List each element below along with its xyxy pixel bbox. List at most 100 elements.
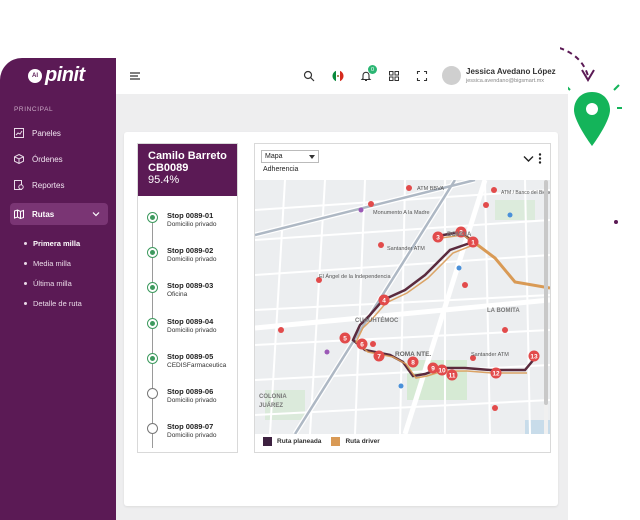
svg-text:12: 12 [492,371,500,378]
stop-title: Stop 0089-03 [167,281,214,290]
avatar[interactable] [442,66,461,85]
route-stop-marker-11: 11 [446,369,458,381]
legend-planned: Ruta planeada [263,437,321,446]
submenu-primera-milla[interactable]: Primera milla [24,239,80,248]
route-map[interactable]: 1 2 3 4 5 6 7 8 9 10 11 12 13 ATM BBVA M… [255,180,550,434]
sidebar-item-reportes[interactable]: Reportes [10,174,108,196]
sidebar: AI pinit PRINCIPAL Paneles Órdenes Repor… [0,58,116,520]
route-stop-marker-12: 12 [490,367,502,379]
topbar: 0 Jessica Avedano López jessica.avendano… [116,58,568,94]
stop-title: Stop 0089-02 [167,246,214,255]
map-label: COLONIA [259,394,287,400]
driver-header: Camilo Barreto CB0089 95.4% [138,144,237,196]
mexico-flag-icon[interactable] [331,69,345,83]
chevron-down-icon[interactable] [523,155,534,163]
route-stop-marker-8: 8 [407,356,419,368]
legend-label: Ruta planeada [277,438,322,446]
logo: AI pinit [28,64,85,87]
sidebar-item-rutas[interactable]: Rutas [10,203,108,225]
bell-icon[interactable]: 0 [359,65,377,83]
map-label: BOMDIA [447,232,472,238]
search-icon[interactable] [302,69,316,83]
map-label: El Ángel de la Independencia [319,273,391,280]
route-stop-marker-3: 3 [432,231,444,243]
logo-mark: AI [28,68,42,83]
map-label: ATM / Banco del Bienestar [501,190,550,196]
driver-name: Camilo Barreto [148,150,227,162]
svg-text:1: 1 [471,240,475,247]
svg-text:5: 5 [343,336,347,343]
stop-subtitle: Domicilio privado [167,221,217,228]
apps-icon[interactable] [387,69,401,83]
svg-text:9: 9 [431,366,435,373]
stop-subtitle: Domicilio privado [167,327,217,334]
svg-text:4: 4 [382,298,386,305]
map-label: ROMA NTE. [395,351,431,358]
map-legend: Ruta planeada Ruta driver [263,437,380,446]
menu-icon[interactable] [128,69,142,83]
user-name[interactable]: Jessica Avedano López [466,67,556,76]
map-label: ATM BBVA [417,186,444,192]
empty-circle-icon [147,388,158,399]
route-stop-marker-4: 4 [378,294,390,306]
park-area [495,200,535,220]
caret-down-icon [309,155,315,159]
check-icon [147,247,158,258]
check-icon [147,282,158,293]
submenu-label: Primera milla [33,239,81,248]
route-stop-marker-10: 10 [436,364,448,376]
bullet-icon [24,242,27,245]
submenu-label: Media milla [33,259,71,268]
route-stop-marker-1: 1 [467,236,479,248]
stop-subtitle: Oficina [167,291,188,298]
route-stop-marker-7: 7 [373,350,385,362]
sidebar-item-ordenes[interactable]: Órdenes [10,148,108,170]
more-vertical-icon[interactable] [538,153,542,164]
map-label: CUAUHTÉMOC [355,316,399,324]
fullscreen-icon[interactable] [415,69,429,83]
legend-driver: Ruta driver [331,437,380,446]
notification-badge: 0 [368,65,377,74]
svg-text:13: 13 [530,354,538,361]
sidebar-item-paneles[interactable]: Paneles [10,122,108,144]
location-pin-icon [574,92,610,146]
route-stop-marker-13: 13 [528,350,540,362]
stop-subtitle: Domicilio privado [167,256,217,263]
map-scrollbar [544,180,548,405]
map-type-select[interactable]: Mapa [261,150,319,163]
stop-subtitle: Domicilio privado [167,432,217,439]
empty-circle-icon [147,423,158,434]
check-icon [147,318,158,329]
svg-text:6: 6 [360,342,364,349]
bullet-icon [24,302,27,305]
sidebar-item-label: Órdenes [32,154,63,164]
stop-title: Stop 0089-06 [167,387,214,396]
sidebar-item-label: Reportes [32,180,65,190]
stop-title: Stop 0089-01 [167,211,214,220]
box-icon [14,154,24,164]
chart-icon [14,128,24,138]
adherence-label: Adherencia [263,166,299,173]
check-icon [147,212,158,223]
submenu-detalle-ruta[interactable]: Detalle de ruta [24,299,82,308]
section-label: PRINCIPAL [14,106,54,113]
map-panel: Mapa Adherencia 1 2 3 4 5 6 7 8 9 10 11 … [254,143,551,453]
submenu-ultima-milla[interactable]: Última milla [24,279,72,288]
stop-title: Stop 0089-07 [167,422,214,431]
submenu-label: Última milla [33,279,72,288]
chevron-down-icon [92,212,100,217]
sidebar-item-label: Paneles [32,128,61,138]
decorative-area [451,0,640,520]
svg-text:10: 10 [438,368,446,375]
report-icon [14,180,24,190]
stop-title: Stop 0089-05 [167,352,214,361]
map-controls [523,153,542,164]
submenu-label: Detalle de ruta [33,299,82,308]
driver-code: CB0089 [148,162,189,174]
check-icon [147,353,158,364]
submenu-media-milla[interactable]: Media milla [24,259,71,268]
bullet-icon [24,262,27,265]
stop-subtitle: CEDISFarmaceutica [167,362,227,369]
map-label: Santander ATM [387,246,425,252]
stop-subtitle: Domicilio privado [167,397,217,404]
